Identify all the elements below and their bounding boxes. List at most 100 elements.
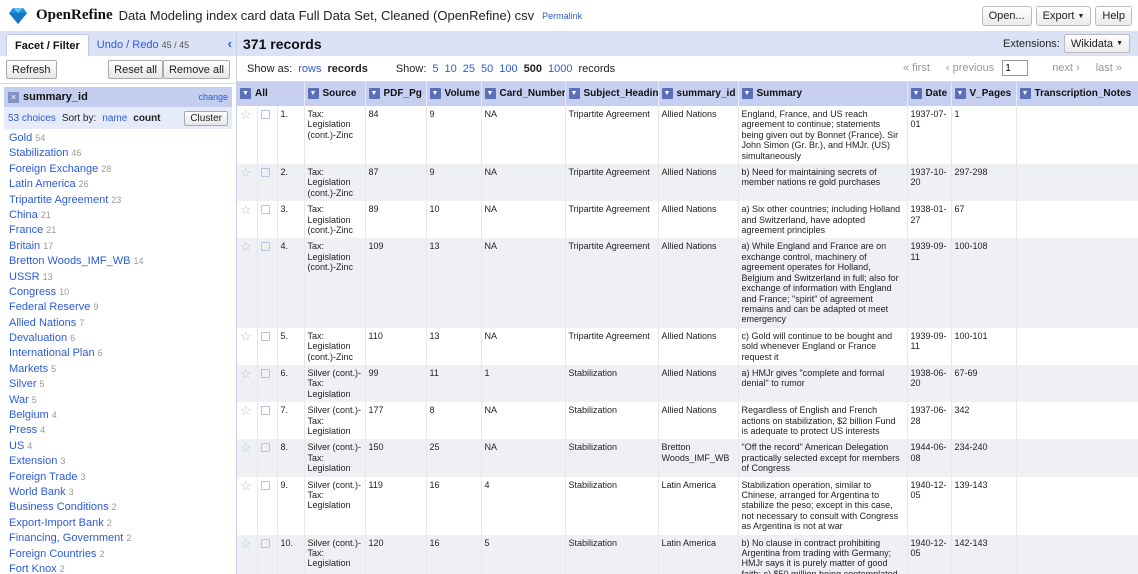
facet-choice-name[interactable]: Export-Import Bank: [9, 517, 104, 529]
extensions-menu-button[interactable]: Wikidata ▼: [1063, 34, 1130, 53]
facet-choice-name[interactable]: Markets: [9, 363, 48, 375]
cell-summary[interactable]: a) HMJr gives "complete and formal denia…: [738, 364, 908, 403]
cell-vol[interactable]: 9: [426, 106, 482, 165]
flag-icon[interactable]: [260, 110, 270, 119]
cell-date[interactable]: 1939-09-11: [907, 238, 952, 328]
flag-icon[interactable]: [260, 406, 270, 416]
star-icon[interactable]: ☆: [240, 239, 252, 254]
column-header[interactable]: ▼ Source: [304, 82, 366, 106]
facet-choice-name[interactable]: Gold: [9, 132, 32, 144]
facet-choice[interactable]: Fort Knox 2: [9, 562, 232, 574]
column-menu-icon[interactable]: ▼: [307, 88, 319, 100]
cell-summary[interactable]: a) Six other countries; including Hollan…: [738, 201, 908, 239]
cell-summary[interactable]: Regardless of English and French actions…: [738, 402, 908, 440]
cell-sid[interactable]: Latin America: [658, 476, 739, 535]
open-button[interactable]: Open...: [981, 6, 1032, 26]
facet-choice[interactable]: Foreign Countries 2: [9, 547, 232, 562]
facet-choice[interactable]: Tripartite Agreement 23: [9, 193, 232, 208]
cell-vol[interactable]: 25: [426, 439, 482, 477]
cell-source[interactable]: Tax: Legislation (cont.)-Zinc: [304, 201, 366, 239]
choices-count-link[interactable]: 53 choices: [8, 113, 56, 124]
cell-summary[interactable]: b) No clause in contract prohibiting Arg…: [738, 534, 908, 574]
cell-subject[interactable]: Stabilization: [565, 364, 659, 403]
column-header[interactable]: ▼ PDF_Pg: [365, 82, 427, 106]
cell-pdf[interactable]: 110: [365, 327, 427, 365]
cell-vpages[interactable]: 342: [951, 402, 1017, 440]
cell-card[interactable]: NA: [481, 106, 566, 165]
column-menu-icon[interactable]: ▼: [240, 88, 251, 100]
cell-subject[interactable]: Tripartite Agreement: [565, 327, 659, 365]
cell-subject[interactable]: Tripartite Agreement: [565, 201, 659, 239]
cell-summary[interactable]: England, France, and US reach agreement …: [738, 106, 908, 165]
column-header-all[interactable]: ▼ All: [237, 82, 305, 106]
cell-card[interactable]: NA: [481, 439, 566, 477]
facet-choice-name[interactable]: Business Conditions: [9, 501, 109, 513]
facet-choice[interactable]: Bretton Woods_IMF_WB 14: [9, 254, 232, 269]
column-header[interactable]: ▼ Subject_Heading: [565, 82, 659, 106]
cell-sid[interactable]: Allied Nations: [658, 364, 739, 403]
facet-choice-name[interactable]: Foreign Exchange: [9, 163, 98, 175]
column-header[interactable]: ▼ Transcription_Notes: [1016, 82, 1138, 106]
cell-card[interactable]: NA: [481, 164, 566, 202]
facet-choice[interactable]: US 4: [9, 439, 232, 454]
cell-notes[interactable]: [1016, 402, 1138, 440]
facet-choice[interactable]: Congress 10: [9, 285, 232, 300]
collapse-panel-icon[interactable]: ‹: [228, 36, 232, 51]
cell-sid[interactable]: Allied Nations: [658, 106, 739, 165]
cell-vol[interactable]: 13: [426, 238, 482, 328]
column-header[interactable]: ▼ Card_Number: [481, 82, 566, 106]
flag-icon[interactable]: [260, 368, 270, 378]
cell-summary[interactable]: a) While England and France are on excha…: [738, 238, 908, 328]
remove-all-button[interactable]: Remove all: [162, 60, 230, 79]
cell-pdf[interactable]: 109: [365, 238, 427, 328]
refresh-button[interactable]: Refresh: [6, 60, 57, 79]
facet-choice[interactable]: Federal Reserve 9: [9, 300, 232, 315]
facet-choice[interactable]: Markets 5: [9, 362, 232, 377]
facet-choice-name[interactable]: World Bank: [9, 486, 66, 498]
facet-choice[interactable]: Foreign Exchange 28: [9, 162, 232, 177]
facet-choice-name[interactable]: Latin America: [9, 178, 76, 190]
facet-choice-name[interactable]: Foreign Countries: [9, 548, 96, 560]
cell-pdf[interactable]: 89: [365, 201, 427, 239]
cell-date[interactable]: 1940-12-05: [907, 476, 952, 535]
facet-choice[interactable]: Press 4: [9, 423, 232, 438]
facet-choice[interactable]: Stabilization 46: [9, 146, 232, 161]
previous-page-link[interactable]: ‹ previous: [946, 62, 994, 74]
cell-card[interactable]: NA: [481, 201, 566, 239]
cell-vol[interactable]: 11: [426, 364, 482, 403]
cell-source[interactable]: Silver (cont.)-Tax: Legislation: [304, 364, 366, 403]
cell-sid[interactable]: Allied Nations: [658, 402, 739, 440]
facet-choice-name[interactable]: Congress: [9, 286, 56, 298]
facet-choice[interactable]: Britain 17: [9, 239, 232, 254]
next-page-link[interactable]: next ›: [1052, 62, 1080, 74]
cell-date[interactable]: 1938-01-27: [907, 201, 952, 239]
cell-summary[interactable]: c) Gold will continue to be bought and s…: [738, 327, 908, 365]
facet-choice[interactable]: War 5: [9, 393, 232, 408]
cell-subject[interactable]: Stabilization: [565, 476, 659, 535]
facet-choice-name[interactable]: Belgium: [9, 409, 49, 421]
cell-vpages[interactable]: 67-69: [951, 364, 1017, 403]
cell-vpages[interactable]: 142-143: [951, 534, 1017, 574]
facet-choice[interactable]: World Bank 3: [9, 485, 232, 500]
facet-choice[interactable]: International Plan 6: [9, 346, 232, 361]
cell-card[interactable]: 5: [481, 534, 566, 574]
facet-choice[interactable]: Foreign Trade 3: [9, 470, 232, 485]
cell-sid[interactable]: Allied Nations: [658, 164, 739, 202]
column-menu-icon[interactable]: ▼: [1019, 88, 1031, 100]
facet-choice-name[interactable]: France: [9, 224, 43, 236]
facet-choice[interactable]: Extension 3: [9, 454, 232, 469]
cell-date[interactable]: 1944-06-08: [907, 439, 952, 477]
column-header[interactable]: ▼ Summary: [738, 82, 908, 106]
show-as-rows-link[interactable]: rows: [298, 63, 321, 75]
flag-icon[interactable]: [260, 168, 270, 178]
star-icon[interactable]: ☆: [240, 440, 252, 455]
cell-source[interactable]: Tax: Legislation (cont.)-Zinc: [304, 164, 366, 202]
cell-pdf[interactable]: 87: [365, 164, 427, 202]
column-menu-icon[interactable]: ▼: [910, 88, 922, 100]
flag-icon[interactable]: [260, 443, 270, 453]
cell-source[interactable]: Tax: Legislation (cont.)-Zinc: [304, 238, 366, 328]
cell-date[interactable]: 1940-12-05: [907, 534, 952, 574]
cell-date[interactable]: 1937-07-01: [907, 106, 952, 165]
cell-subject[interactable]: Tripartite Agreement: [565, 164, 659, 202]
facet-choice-name[interactable]: Devaluation: [9, 332, 67, 344]
